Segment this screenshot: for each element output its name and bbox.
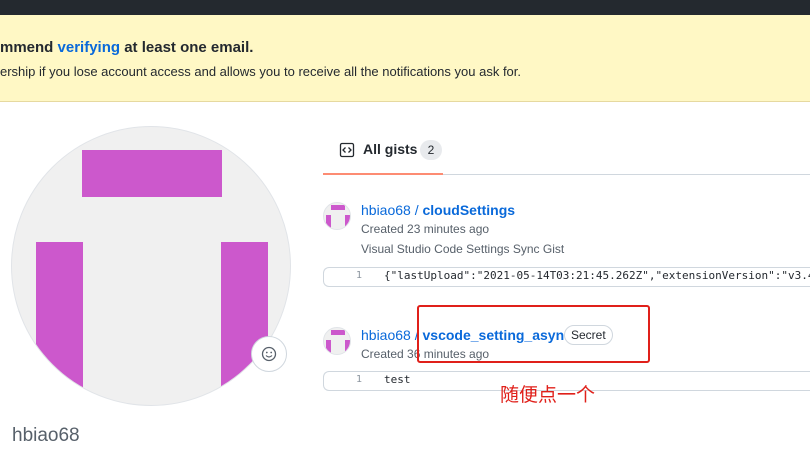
tab-count-badge: 2 <box>420 140 442 160</box>
tab-label: All gists <box>363 141 418 157</box>
tab-all-gists[interactable]: All gists 2 <box>323 126 443 175</box>
gist-code-preview[interactable]: 1 {"lastUpload":"2021-05-14T03:21:45.262… <box>323 267 810 287</box>
annotation-highlight-box <box>417 305 650 363</box>
set-status-button[interactable] <box>251 336 287 372</box>
code-line: test <box>384 373 411 386</box>
gist-created-time: Created 23 minutes ago <box>361 222 490 236</box>
gist-title: hbiao68 / cloudSettings <box>361 202 515 218</box>
gist-owner-avatar[interactable] <box>323 202 351 230</box>
gist-name-link[interactable]: cloudSettings <box>423 202 516 218</box>
annotation-text: 随便点一个 <box>500 384 596 406</box>
top-navigation-bar <box>0 0 810 15</box>
gist-owner-link[interactable]: hbiao68 <box>361 202 411 218</box>
gist-owner-link[interactable]: hbiao68 <box>361 327 411 343</box>
banner-title-suffix: at least one email. <box>120 39 254 56</box>
line-number: 1 <box>355 270 362 281</box>
banner-subtitle: ership if you lose account access and al… <box>0 64 522 79</box>
avatar-identicon-block <box>82 150 222 197</box>
avatar-identicon-block <box>221 242 268 405</box>
line-number: 1 <box>355 374 362 385</box>
smiley-icon <box>261 346 277 362</box>
gist-description: Visual Studio Code Settings Sync Gist <box>361 242 565 256</box>
avatar-identicon-block <box>36 242 83 405</box>
profile-avatar[interactable] <box>11 126 291 406</box>
gist-owner-avatar[interactable] <box>323 327 351 355</box>
profile-username: hbiao68 <box>12 425 80 446</box>
banner-title-prefix: mmend <box>0 39 58 56</box>
email-verification-banner: mmend verifying at least one email. ersh… <box>0 15 810 102</box>
code-line: {"lastUpload":"2021-05-14T03:21:45.262Z"… <box>384 269 810 282</box>
gist-title-separator: / <box>414 202 419 218</box>
verifying-link[interactable]: verifying <box>58 39 121 56</box>
banner-title: mmend verifying at least one email. <box>0 39 253 56</box>
gist-tabs: All gists 2 <box>323 126 810 175</box>
code-square-icon <box>339 142 355 158</box>
